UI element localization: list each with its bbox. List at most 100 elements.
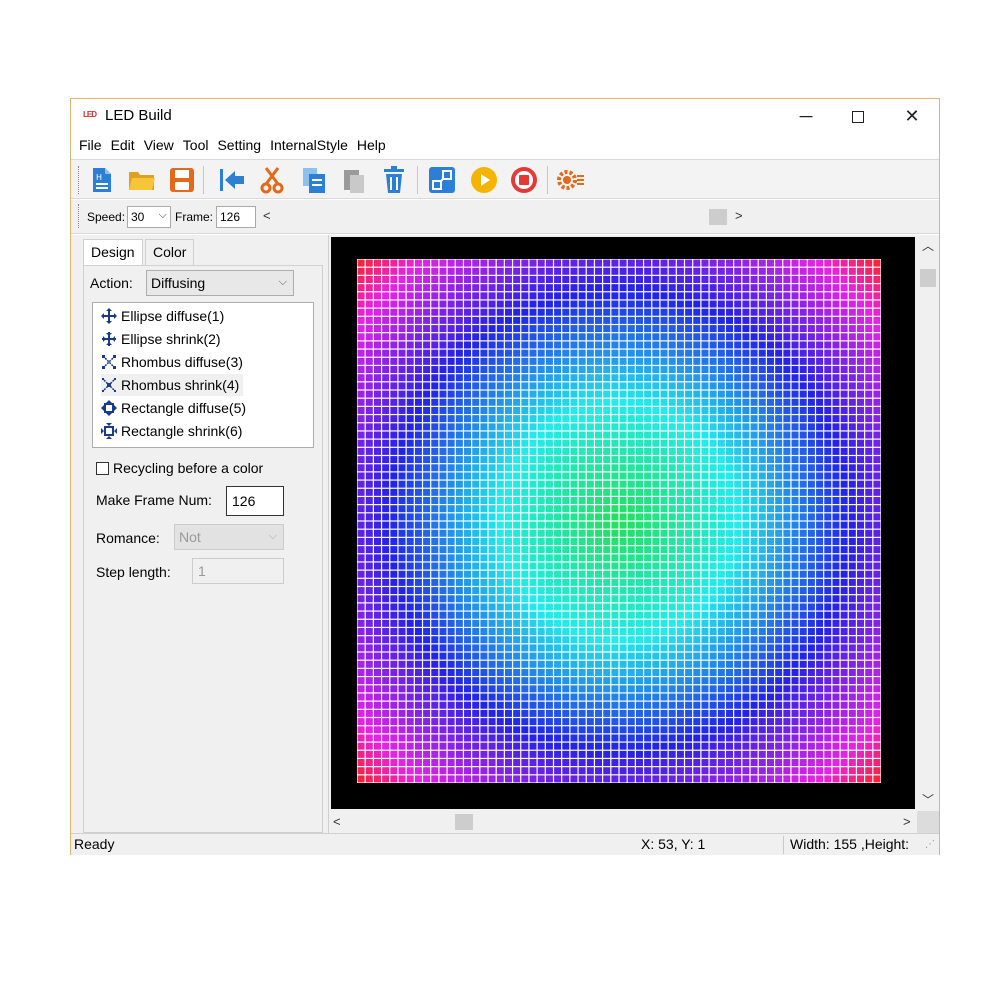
- led-pixel[interactable]: [521, 668, 529, 676]
- led-pixel[interactable]: [488, 357, 496, 365]
- led-pixel[interactable]: [840, 742, 848, 750]
- led-pixel[interactable]: [472, 668, 480, 676]
- led-pixel[interactable]: [595, 292, 603, 300]
- led-pixel[interactable]: [709, 349, 717, 357]
- led-pixel[interactable]: [685, 398, 693, 406]
- led-pixel[interactable]: [439, 546, 447, 554]
- frame-scroll-thumb[interactable]: [709, 209, 727, 225]
- led-pixel[interactable]: [652, 357, 660, 365]
- led-pixel[interactable]: [611, 284, 619, 292]
- led-pixel[interactable]: [537, 742, 545, 750]
- led-pixel[interactable]: [447, 759, 455, 767]
- led-pixel[interactable]: [644, 677, 652, 685]
- led-pixel[interactable]: [603, 537, 611, 545]
- led-pixel[interactable]: [447, 718, 455, 726]
- led-pixel[interactable]: [791, 718, 799, 726]
- led-pixel[interactable]: [504, 456, 512, 464]
- led-pixel[interactable]: [652, 382, 660, 390]
- led-pixel[interactable]: [734, 333, 742, 341]
- led-pixel[interactable]: [816, 497, 824, 505]
- led-pixel[interactable]: [545, 349, 553, 357]
- led-pixel[interactable]: [603, 521, 611, 529]
- led-pixel[interactable]: [595, 521, 603, 529]
- led-pixel[interactable]: [521, 374, 529, 382]
- led-pixel[interactable]: [660, 611, 668, 619]
- led-pixel[interactable]: [848, 628, 856, 636]
- led-pixel[interactable]: [570, 300, 578, 308]
- led-pixel[interactable]: [406, 488, 414, 496]
- led-pixel[interactable]: [464, 456, 472, 464]
- led-pixel[interactable]: [373, 275, 381, 283]
- led-pixel[interactable]: [431, 366, 439, 374]
- led-pixel[interactable]: [447, 546, 455, 554]
- led-pixel[interactable]: [652, 587, 660, 595]
- led-pixel[interactable]: [382, 726, 390, 734]
- led-pixel[interactable]: [668, 775, 676, 783]
- led-pixel[interactable]: [529, 259, 537, 267]
- led-pixel[interactable]: [734, 439, 742, 447]
- led-pixel[interactable]: [464, 668, 472, 676]
- led-pixel[interactable]: [447, 349, 455, 357]
- led-pixel[interactable]: [406, 767, 414, 775]
- led-pixel[interactable]: [504, 677, 512, 685]
- led-pixel[interactable]: [578, 284, 586, 292]
- led-pixel[interactable]: [513, 505, 521, 513]
- led-pixel[interactable]: [873, 333, 881, 341]
- led-pixel[interactable]: [742, 619, 750, 627]
- led-pixel[interactable]: [685, 349, 693, 357]
- led-pixel[interactable]: [652, 668, 660, 676]
- led-pixel[interactable]: [840, 366, 848, 374]
- led-pixel[interactable]: [742, 750, 750, 758]
- led-pixel[interactable]: [660, 660, 668, 668]
- led-pixel[interactable]: [513, 382, 521, 390]
- led-pixel[interactable]: [521, 325, 529, 333]
- led-pixel[interactable]: [857, 480, 865, 488]
- led-pixel[interactable]: [766, 742, 774, 750]
- led-pixel[interactable]: [816, 709, 824, 717]
- led-pixel[interactable]: [570, 275, 578, 283]
- led-pixel[interactable]: [783, 652, 791, 660]
- led-pixel[interactable]: [693, 447, 701, 455]
- led-pixel[interactable]: [414, 275, 422, 283]
- led-pixel[interactable]: [758, 570, 766, 578]
- led-pixel[interactable]: [799, 750, 807, 758]
- led-pixel[interactable]: [840, 636, 848, 644]
- led-pixel[interactable]: [635, 709, 643, 717]
- led-pixel[interactable]: [750, 628, 758, 636]
- led-pixel[interactable]: [742, 275, 750, 283]
- led-pixel[interactable]: [709, 308, 717, 316]
- led-pixel[interactable]: [807, 431, 815, 439]
- led-pixel[interactable]: [709, 456, 717, 464]
- led-pixel[interactable]: [783, 693, 791, 701]
- led-pixel[interactable]: [382, 415, 390, 423]
- led-pixel[interactable]: [562, 726, 570, 734]
- led-pixel[interactable]: [660, 349, 668, 357]
- led-pixel[interactable]: [537, 619, 545, 627]
- led-pixel[interactable]: [586, 423, 594, 431]
- led-pixel[interactable]: [799, 480, 807, 488]
- led-pixel[interactable]: [480, 259, 488, 267]
- led-pixel[interactable]: [775, 456, 783, 464]
- led-pixel[interactable]: [595, 734, 603, 742]
- led-pixel[interactable]: [652, 439, 660, 447]
- led-pixel[interactable]: [685, 300, 693, 308]
- led-pixel[interactable]: [488, 308, 496, 316]
- led-pixel[interactable]: [816, 406, 824, 414]
- led-pixel[interactable]: [644, 570, 652, 578]
- led-pixel[interactable]: [390, 677, 398, 685]
- led-pixel[interactable]: [726, 775, 734, 783]
- led-pixel[interactable]: [709, 668, 717, 676]
- led-pixel[interactable]: [734, 341, 742, 349]
- led-pixel[interactable]: [816, 537, 824, 545]
- led-pixel[interactable]: [685, 480, 693, 488]
- led-pixel[interactable]: [504, 349, 512, 357]
- led-pixel[interactable]: [537, 275, 545, 283]
- led-pixel[interactable]: [464, 259, 472, 267]
- led-pixel[interactable]: [439, 677, 447, 685]
- led-pixel[interactable]: [619, 644, 627, 652]
- led-pixel[interactable]: [832, 275, 840, 283]
- led-pixel[interactable]: [840, 325, 848, 333]
- led-pixel[interactable]: [562, 644, 570, 652]
- led-pixel[interactable]: [537, 578, 545, 586]
- led-pixel[interactable]: [554, 357, 562, 365]
